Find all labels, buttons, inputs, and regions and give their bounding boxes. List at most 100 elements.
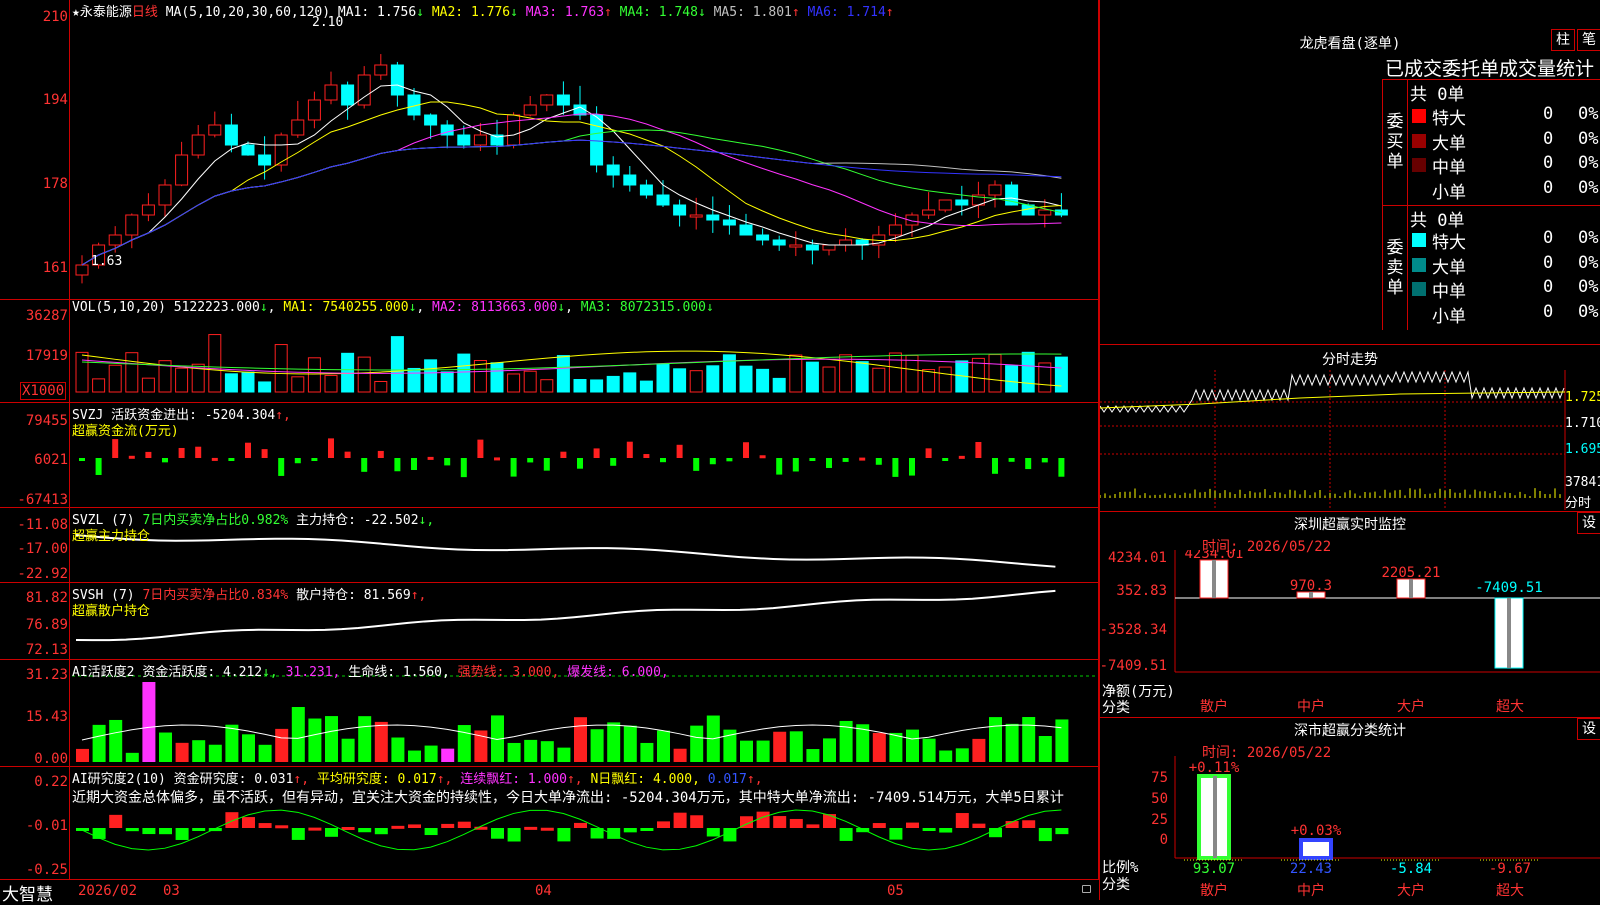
research-bar xyxy=(408,824,421,828)
intraday-title: 分时走势 xyxy=(1322,352,1378,368)
svzj-axis-3: -67413 xyxy=(17,492,68,508)
research-bar xyxy=(524,826,538,830)
research-bar xyxy=(142,828,156,835)
research-bar xyxy=(972,823,986,828)
volume-bar xyxy=(822,366,836,393)
bar-mode-button[interactable]: 柱 xyxy=(1551,29,1575,51)
svzj-bar xyxy=(892,458,899,477)
logo-text[interactable]: 大智慧 xyxy=(2,880,53,905)
volume-bar xyxy=(424,359,438,393)
activity-bar xyxy=(341,738,355,762)
volume-bar xyxy=(855,361,869,393)
ma-item-3: MA3: 1.763 xyxy=(517,5,605,20)
volume-bar xyxy=(922,369,936,393)
candle-body xyxy=(623,174,637,186)
volume-bar xyxy=(324,374,338,393)
ma6-line xyxy=(81,139,1062,266)
activity-bar xyxy=(657,730,670,762)
sell-name-3: 中单 xyxy=(1432,282,1466,302)
volume-bar xyxy=(224,373,238,393)
star-icon[interactable]: ★ xyxy=(72,5,80,20)
svzl-axis-2: -17.00 xyxy=(17,541,68,557)
candle-body xyxy=(324,84,338,101)
mon-axis-3: -3528.34 xyxy=(1100,622,1167,638)
lock-icon[interactable] xyxy=(1082,885,1091,893)
svzj-bar xyxy=(294,458,301,464)
candle-body xyxy=(507,114,521,146)
candle-body xyxy=(258,154,272,166)
sell-p-4: 0% xyxy=(1578,301,1599,322)
activity-bar xyxy=(92,724,106,762)
vol-ma3: MA3: 8072315.000 xyxy=(580,300,706,315)
activity-bar xyxy=(557,747,571,762)
intra-avg-line xyxy=(1100,391,1566,409)
sz-class-settings-button[interactable]: 设 xyxy=(1577,718,1600,740)
candle-body xyxy=(739,224,753,236)
sell-side-label: 委卖单 xyxy=(1386,238,1404,298)
candle-body xyxy=(673,204,687,216)
svzj-bar xyxy=(112,439,119,458)
cls-bottom-1: 93.07 xyxy=(1193,861,1235,877)
candle-body xyxy=(556,94,570,106)
period-label[interactable]: 日线 xyxy=(132,5,158,20)
research-bar xyxy=(673,812,687,828)
volume-bar xyxy=(606,375,620,393)
ai-act-axis-3: 0.00 xyxy=(34,751,68,767)
mon-bar-shade-4 xyxy=(1507,598,1511,668)
svzj-bar xyxy=(377,450,384,458)
buy-n-1: 0 xyxy=(1543,104,1554,124)
candle-body xyxy=(689,214,703,218)
svzj-bar xyxy=(577,458,583,469)
svzj-bar xyxy=(543,458,550,471)
activity-bar xyxy=(76,748,89,762)
activity-bar xyxy=(773,731,787,762)
volume-bar xyxy=(1021,351,1035,393)
buy-name-2: 大单 xyxy=(1432,133,1466,154)
research-bar xyxy=(441,823,455,828)
tick-mode-button[interactable]: 笔 xyxy=(1577,29,1600,51)
activity-bar xyxy=(540,741,554,762)
vol-title: VOL(5,10,20) xyxy=(72,300,166,315)
activity-bar xyxy=(906,729,919,762)
svzj-bar xyxy=(427,456,434,460)
sz-monitor-chart: 4234.01 352.83 -3528.34 -7409.51 4234.01 970.… xyxy=(1100,550,1600,715)
activity-bar xyxy=(225,724,239,762)
activity-bar xyxy=(109,719,123,762)
ai-act-burst: 爆发线: 6.000, xyxy=(567,665,669,680)
ai-act-header: AI活跃度2 资金活跃度: 4.212↓, 31.231, 生命线: 1.560… xyxy=(72,661,669,680)
svsh-axis-3: 72.13 xyxy=(25,642,68,658)
activity-bar xyxy=(408,750,421,762)
activity-bar xyxy=(291,707,305,762)
activity-bar xyxy=(607,722,621,762)
candle-body xyxy=(108,234,122,246)
ai-act-lifeline: 生命线: 1.560, xyxy=(348,665,450,680)
activity-bar xyxy=(889,732,903,762)
sell-n-3: 0 xyxy=(1543,277,1554,297)
intraday-axis-5: 分时 xyxy=(1565,496,1592,511)
research-bar xyxy=(1055,828,1069,835)
research-bar xyxy=(756,811,770,828)
activity-bar xyxy=(756,740,770,762)
ai-act-title: AI活跃度2 xyxy=(72,665,135,680)
sz-monitor-settings-button[interactable]: 设 xyxy=(1577,512,1600,534)
research-bar xyxy=(242,817,255,828)
buy-p-3: 0% xyxy=(1578,153,1599,173)
sell-p-1: 0% xyxy=(1578,228,1599,248)
sell-name-1: 特大 xyxy=(1432,233,1466,253)
research-bar xyxy=(690,815,704,828)
candle-body xyxy=(789,244,803,248)
volume-bar xyxy=(888,352,902,393)
volume-bar xyxy=(108,364,122,393)
intraday-axis-3: 1.695 xyxy=(1565,442,1600,457)
svzj-bar xyxy=(95,458,102,475)
buy-p-2: 0% xyxy=(1578,128,1599,149)
vol-ma2: MA2: 8113663.000 xyxy=(432,300,558,315)
research-bar xyxy=(457,821,471,828)
activity-bar xyxy=(740,740,753,762)
svzj-bar xyxy=(228,458,235,461)
volume-bar xyxy=(805,361,819,393)
svzj-bar xyxy=(992,458,998,474)
candle-body xyxy=(75,264,89,276)
research-bar xyxy=(939,828,953,833)
buy-n-4: 0 xyxy=(1543,177,1554,198)
